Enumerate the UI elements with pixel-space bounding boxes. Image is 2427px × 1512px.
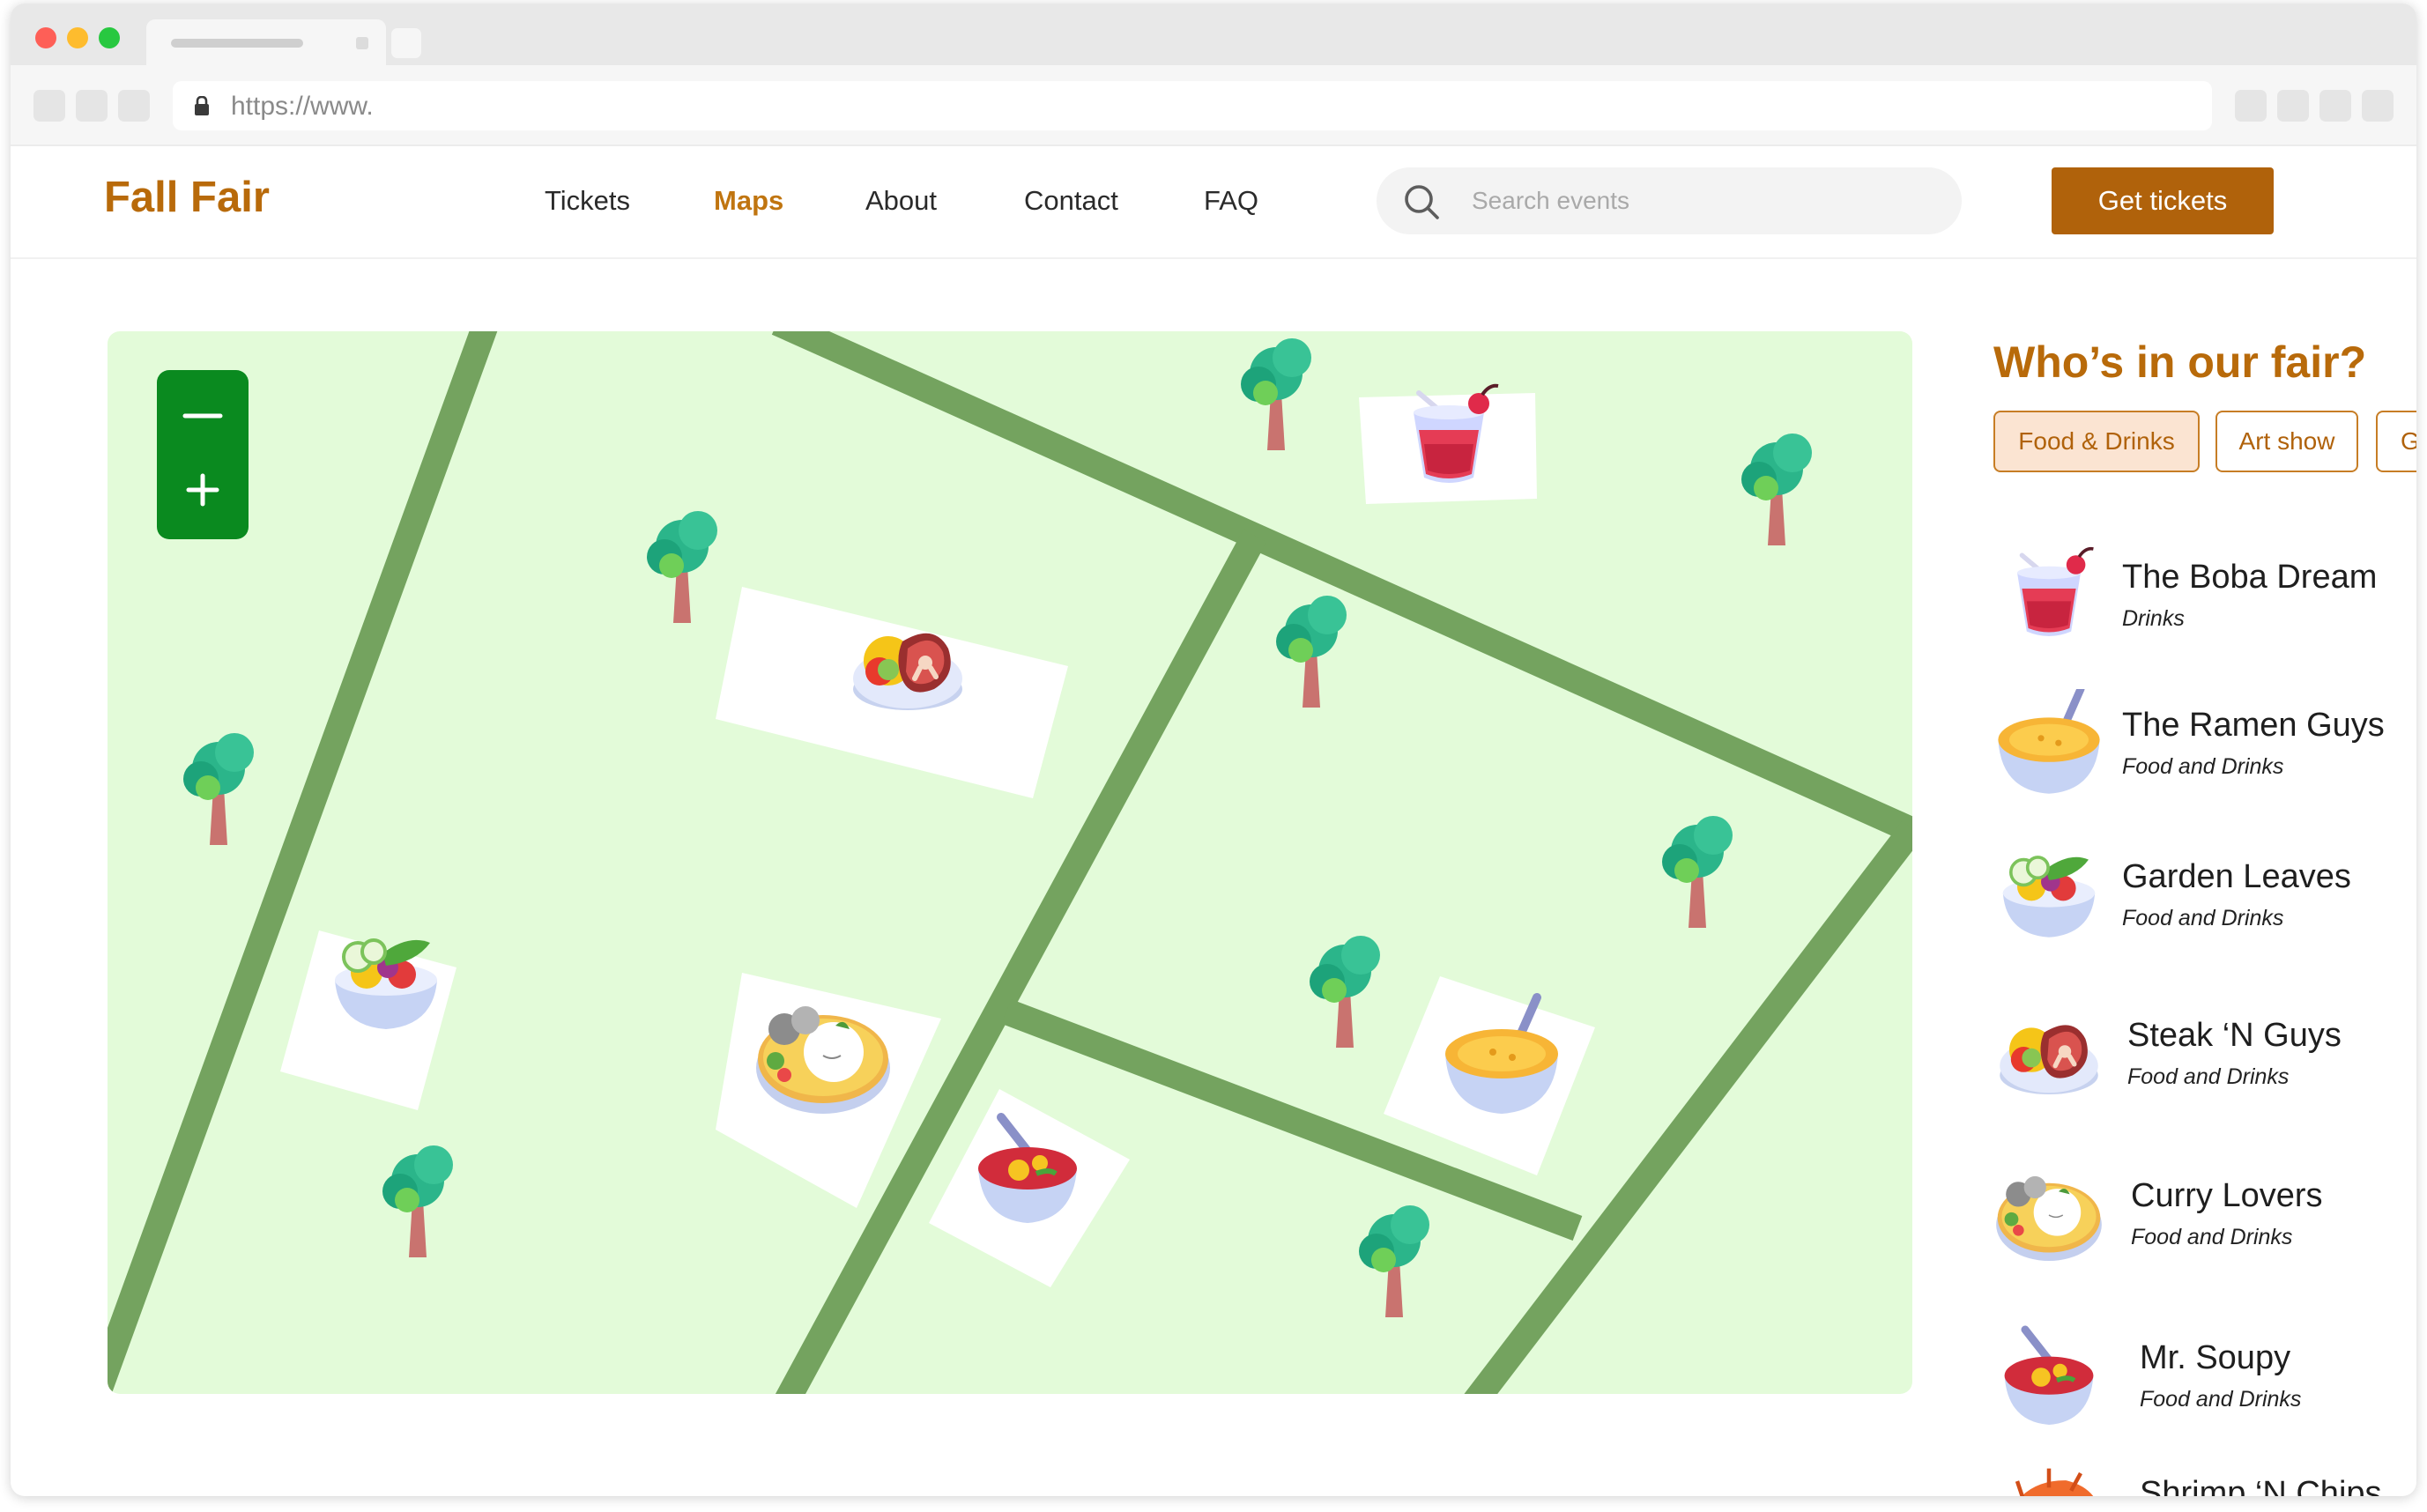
tree-icon [1741,434,1812,545]
sidebar-title: Who’s in our fair? [1993,337,2367,387]
tree-icon [1276,596,1347,708]
tab-close-icon[interactable] [356,37,368,49]
lock-icon [195,96,209,115]
vendor-name: Shrimp ‘N Chips [2140,1475,2382,1496]
vendor-name: Steak ‘N Guys [2127,1017,2342,1054]
tree-icon [1310,936,1380,1048]
minus-icon [182,413,223,419]
nav-maps[interactable]: Maps [714,185,783,217]
vendor-category: Food and Drinks [2122,754,2284,779]
nav-contact[interactable]: Contact [1024,185,1118,217]
vendor-category: Food and Drinks [2122,906,2284,930]
ramen-bowl-icon [1993,689,2104,800]
back-button[interactable] [33,90,65,122]
vendor-item[interactable]: Mr. Soupy Food and Drinks [1993,1322,2416,1454]
search-input[interactable] [1472,176,1930,226]
vendor-name: Mr. Soupy [2140,1339,2291,1376]
soup-bowl-icon [1993,1322,2104,1433]
minimize-window-button[interactable] [67,27,88,48]
vendor-item[interactable]: The Boba Dream Drinks [1993,541,2416,673]
tree-icon [647,511,717,623]
vendor-item[interactable]: Shrimp ‘N Chips [1993,1457,2416,1496]
tab-title-placeholder [171,39,303,48]
extension-button[interactable] [2362,90,2394,122]
site-logo[interactable]: Fall Fair [104,173,270,222]
nav-tickets[interactable]: Tickets [545,185,630,217]
tree-icon [1662,816,1733,928]
site-header: Fall Fair Tickets Maps About Contact FAQ… [11,146,2416,259]
vendor-item[interactable]: Curry Lovers Food and Drinks [1993,1160,2416,1292]
get-tickets-button[interactable]: Get tickets [2052,167,2274,234]
plus-icon [186,473,219,507]
vendor-category: Food and Drinks [2140,1387,2302,1412]
vendor-category: Drinks [2122,606,2185,631]
search-icon [1405,185,1439,219]
extension-button[interactable] [2235,90,2267,122]
vendor-name: The Ramen Guys [2122,707,2385,744]
tree-icon [1359,1205,1429,1317]
nav-about[interactable]: About [865,185,937,217]
maximize-window-button[interactable] [99,27,120,48]
vendor-item[interactable]: Garden Leaves Food and Drinks [1993,841,2416,973]
browser-toolbar: https://www. [11,65,2416,146]
nav-faq[interactable]: FAQ [1204,185,1258,217]
fair-map[interactable] [108,331,1912,1394]
salad-bowl-icon [2001,855,2097,939]
vendor-name: Garden Leaves [2122,858,2351,895]
map-canvas [108,331,1912,1394]
search-box[interactable] [1377,167,1962,234]
tree-icon [382,1145,453,1257]
shrimp-icon [1993,1457,2104,1496]
vendor-item[interactable]: Steak ‘N Guys Food and Drinks [1993,999,2416,1131]
browser-tab-strip [11,4,2416,65]
vendor-category: Food and Drinks [2131,1225,2293,1249]
zoom-controls [157,370,249,539]
vendor-name: The Boba Dream [2122,559,2378,596]
filter-art-show[interactable]: Art show [2215,411,2358,472]
drink-cup-icon [1993,541,2104,652]
extension-button[interactable] [2277,90,2309,122]
filter-food-drinks[interactable]: Food & Drinks [1993,411,2200,472]
address-text: https://www. [231,92,374,121]
zoom-out-button[interactable] [157,370,249,455]
vendor-item[interactable]: The Ramen Guys Food and Drinks [1993,689,2416,821]
salad-bowl-icon[interactable] [333,938,439,1031]
tree-icon [1241,338,1311,450]
close-window-button[interactable] [35,27,56,48]
steak-plate-icon [1993,999,2104,1110]
browser-window: https://www. Fall Fair Tickets Maps Abou… [11,4,2416,1496]
forward-button[interactable] [76,90,108,122]
new-tab-button[interactable] [391,28,421,58]
extension-button[interactable] [2319,90,2351,122]
filter-games[interactable]: Games [2376,411,2416,472]
reload-button[interactable] [118,90,150,122]
vendor-category: Food and Drinks [2127,1064,2290,1089]
address-bar[interactable]: https://www. [173,81,2212,130]
vendor-name: Curry Lovers [2131,1177,2323,1214]
curry-plate-icon [1995,1175,2103,1262]
zoom-in-button[interactable] [157,455,249,539]
tree-icon [183,733,254,845]
browser-tab[interactable] [146,19,386,65]
